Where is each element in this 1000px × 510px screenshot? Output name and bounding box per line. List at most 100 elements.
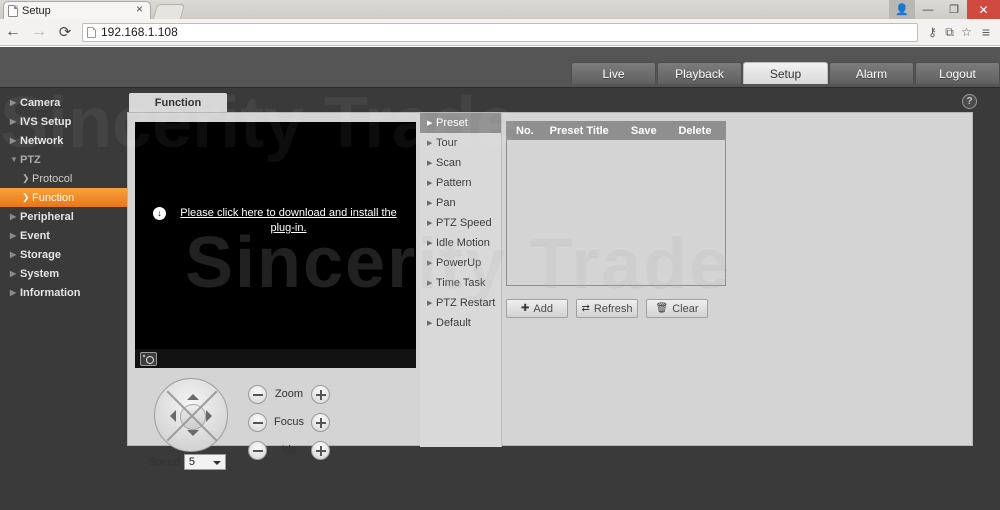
sidebar-item-camera[interactable]: ▶ Camera xyxy=(0,93,127,112)
menu-item-logout[interactable]: Logout xyxy=(915,62,1000,84)
browser-tab-title: Setup xyxy=(22,4,51,17)
content-area: Function ? ↓ Please click here to downlo… xyxy=(127,88,991,506)
function-label-idle-motion: Idle Motion xyxy=(436,237,490,249)
function-item-tour[interactable]: ▶ Tour xyxy=(420,133,501,153)
chevron-right-icon: ▶ xyxy=(10,212,17,221)
iris-minus-button[interactable] xyxy=(248,440,267,460)
browser-toolbar: ← → ⟳ 192.168.1.108 ⚷ ⧉ ☆ ≡ xyxy=(0,19,1000,46)
tab-function[interactable]: Function xyxy=(129,93,227,112)
browser-tab-setup[interactable]: Setup × xyxy=(3,1,151,19)
preset-action-buttons: ✚ Add ⇄ Refresh 🗑 Clear xyxy=(506,299,726,318)
address-bar[interactable]: 192.168.1.108 xyxy=(82,22,918,42)
function-item-idle-motion[interactable]: ▶ Idle Motion xyxy=(420,233,501,253)
preset-table-body xyxy=(507,140,725,286)
function-label-default: Default xyxy=(436,317,471,329)
function-label-pan: Pan xyxy=(436,197,456,209)
sidebar-item-ptz[interactable]: ▼ PTZ xyxy=(0,150,127,169)
sidebar-item-system[interactable]: ▶ System xyxy=(0,264,127,283)
close-window-button[interactable]: ✕ xyxy=(967,0,1000,19)
add-button[interactable]: ✚ Add xyxy=(506,299,568,318)
bookmark-star-icon[interactable]: ☆ xyxy=(958,19,975,46)
sidebar-label-protocol: Protocol xyxy=(32,172,73,185)
sidebar-item-network[interactable]: ▶ Network xyxy=(0,131,127,150)
ptz-up-icon[interactable] xyxy=(187,388,199,400)
zoom-minus-button[interactable] xyxy=(248,384,267,404)
triangle-right-icon: ▶ xyxy=(427,200,433,207)
function-item-ptz-restart[interactable]: ▶ PTZ Restart xyxy=(420,293,501,313)
function-item-pan[interactable]: ▶ Pan xyxy=(420,193,501,213)
user-avatar-icon[interactable]: 👤 xyxy=(889,0,915,19)
reload-icon[interactable]: ⟳ xyxy=(52,19,78,46)
function-panel: ↓ Please click here to download and inst… xyxy=(127,112,973,470)
function-label-preset: Preset xyxy=(436,117,468,129)
ptz-right-icon[interactable] xyxy=(206,410,218,422)
sidebar-item-event[interactable]: ▶ Event xyxy=(0,226,127,245)
function-item-ptz-speed[interactable]: ▶ PTZ Speed xyxy=(420,213,501,233)
clear-button[interactable]: 🗑 Clear xyxy=(646,299,708,318)
function-item-time-task[interactable]: ▶ Time Task xyxy=(420,273,501,293)
help-icon[interactable]: ? xyxy=(962,94,977,109)
plugin-download-link[interactable]: Please click here to download and instal… xyxy=(174,206,403,236)
ptz-function-list: ▶ Preset ▶ Tour ▶ Scan ▶ Pattern ▶ Pan ▶… xyxy=(420,113,502,447)
ptz-left-icon[interactable] xyxy=(164,410,176,422)
chevron-right-icon: ▶ xyxy=(10,231,17,240)
password-key-icon[interactable]: ⚷ xyxy=(924,19,941,46)
sidebar-label-peripheral: Peripheral xyxy=(20,210,74,223)
chevron-right-icon: ▶ xyxy=(10,288,17,297)
iris-plus-button[interactable] xyxy=(311,440,330,460)
new-tab-button[interactable] xyxy=(152,4,186,19)
sidebar-item-protocol[interactable]: ❯ Protocol xyxy=(0,169,127,188)
sidebar-label-storage: Storage xyxy=(20,248,61,261)
function-item-powerup[interactable]: ▶ PowerUp xyxy=(420,253,501,273)
back-icon[interactable]: ← xyxy=(0,19,26,46)
sidebar-item-storage[interactable]: ▶ Storage xyxy=(0,245,127,264)
triangle-right-icon: ▶ xyxy=(427,120,433,127)
download-icon: ↓ xyxy=(153,207,166,220)
menu-item-live[interactable]: Live xyxy=(571,62,656,84)
sidebar-item-function[interactable]: ❯ Function xyxy=(0,188,127,207)
triangle-right-icon: ▶ xyxy=(427,180,433,187)
function-item-pattern[interactable]: ▶ Pattern xyxy=(420,173,501,193)
device-header: Live Playback Setup Alarm Logout xyxy=(0,47,1000,88)
sidebar-label-function: Function xyxy=(32,191,75,204)
window-controls: 👤 — ❐ ✕ xyxy=(889,0,1000,19)
menu-item-alarm[interactable]: Alarm xyxy=(829,62,914,84)
chevron-down-icon xyxy=(212,461,221,465)
ptz-down-icon[interactable] xyxy=(187,430,199,442)
menu-item-playback[interactable]: Playback xyxy=(657,62,742,84)
triangle-right-icon: ▶ xyxy=(427,320,433,327)
browser-menu-icon[interactable]: ≡ xyxy=(975,19,997,46)
page-favicon-icon xyxy=(8,4,18,17)
ptz-direction-pad[interactable] xyxy=(154,378,228,452)
function-label-scan: Scan xyxy=(436,157,462,169)
close-tab-icon[interactable]: × xyxy=(133,3,146,17)
maximize-button[interactable]: ❐ xyxy=(941,0,967,19)
sidebar-item-ivs-setup[interactable]: ▶ IVS Setup xyxy=(0,112,127,131)
forward-icon[interactable]: → xyxy=(26,19,52,46)
menu-item-setup[interactable]: Setup xyxy=(743,62,828,84)
focus-plus-button[interactable] xyxy=(311,412,330,432)
column-header-delete: Delete xyxy=(678,125,712,137)
video-preview[interactable]: ↓ Please click here to download and inst… xyxy=(135,122,416,349)
plugin-download-prompt[interactable]: ↓ Please click here to download and inst… xyxy=(153,206,403,236)
translate-icon[interactable]: ⧉ xyxy=(941,19,958,46)
function-item-default[interactable]: ▶ Default xyxy=(420,313,501,333)
speed-select[interactable]: 5 xyxy=(183,454,226,470)
function-item-preset[interactable]: ▶ Preset xyxy=(420,113,501,133)
sidebar-item-peripheral[interactable]: ▶ Peripheral xyxy=(0,207,127,226)
sidebar-item-information[interactable]: ▶ Information xyxy=(0,283,127,302)
focus-minus-button[interactable] xyxy=(248,412,267,432)
sidebar-label-system: System xyxy=(20,267,60,280)
chevron-right-icon: ▶ xyxy=(10,98,17,107)
triangle-right-icon: ▶ xyxy=(427,220,433,227)
minimize-button[interactable]: — xyxy=(915,0,941,19)
chevron-right-icon: ❯ xyxy=(22,173,30,183)
snapshot-icon[interactable] xyxy=(140,351,157,366)
main-menu: Live Playback Setup Alarm Logout xyxy=(571,62,1000,84)
content-tabstrip: Function ? xyxy=(127,93,991,112)
function-label-tour: Tour xyxy=(436,137,458,149)
refresh-button[interactable]: ⇄ Refresh xyxy=(576,299,638,318)
chevron-right-icon: ▶ xyxy=(10,250,17,259)
function-item-scan[interactable]: ▶ Scan xyxy=(420,153,501,173)
zoom-plus-button[interactable] xyxy=(311,384,330,404)
